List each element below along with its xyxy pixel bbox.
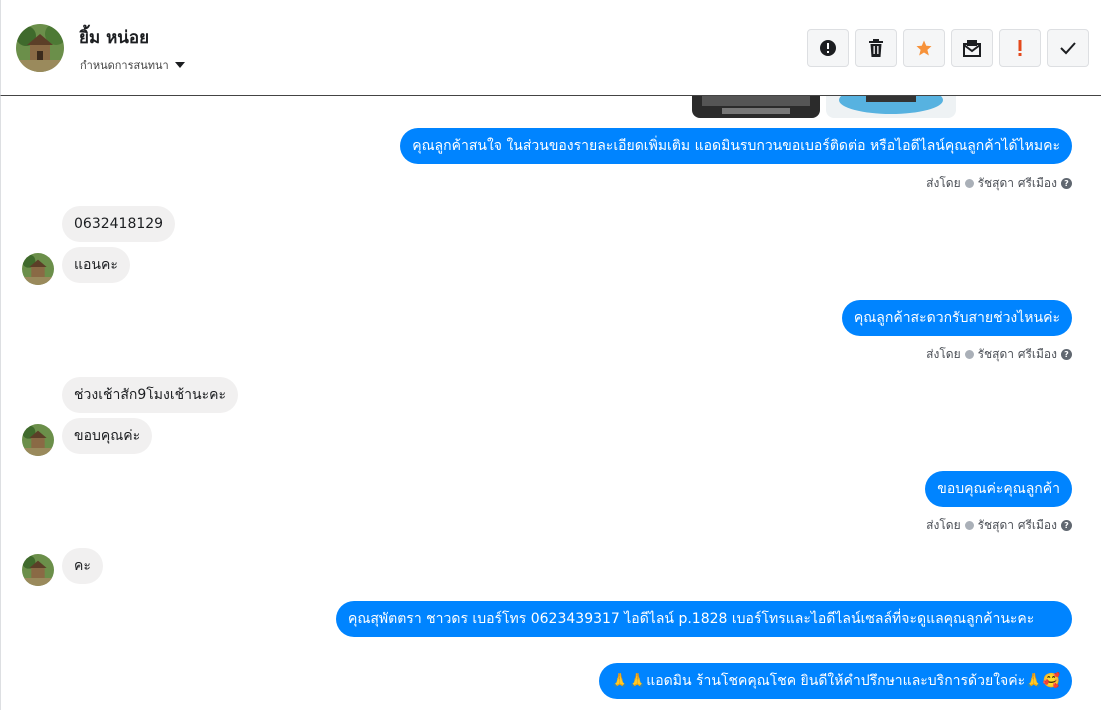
star-button[interactable]: [903, 29, 945, 67]
sent-by-prefix: ส่งโดย: [926, 347, 961, 361]
mark-unread-button[interactable]: [951, 29, 993, 67]
sent-by-agent[interactable]: รัชสุดา ศรีเมือง: [978, 174, 1057, 193]
spam-button[interactable]: [807, 29, 849, 67]
contact-avatar[interactable]: [16, 24, 64, 72]
delete-button[interactable]: [855, 29, 897, 67]
outgoing-message[interactable]: คุณลูกค้าสะดวกรับสายช่วงไหนค่ะ: [841, 300, 1072, 336]
incoming-message[interactable]: คะ: [62, 548, 103, 584]
incoming-message[interactable]: ช่วงเช้าสัก9โมงเช้านะคะ: [62, 377, 238, 413]
sent-status-icon: [964, 179, 974, 188]
attachment-thumbnail[interactable]: [692, 96, 820, 118]
label-dropdown-text: กำหนดการสนทนา: [80, 59, 169, 72]
incoming-message[interactable]: 0632418129: [62, 206, 176, 242]
conversation-header: ยิ้ม หน่อย กำหนดการสนทนา: [0, 0, 1101, 96]
help-icon[interactable]: ?: [1061, 520, 1072, 531]
incoming-message[interactable]: แอนคะ: [62, 247, 130, 283]
done-button[interactable]: [1047, 29, 1089, 67]
conversation-view: ยิ้ม หน่อย กำหนดการสนทนา คุณลูกค้าสนใจ ใ…: [0, 0, 1101, 710]
important-button[interactable]: [999, 29, 1041, 67]
sent-by-prefix: ส่งโดย: [926, 176, 961, 190]
check-icon: [1060, 42, 1076, 55]
outgoing-message[interactable]: คุณลูกค้าสนใจ ในส่วนของรายละเอียดเพิ่มเต…: [400, 128, 1072, 164]
star-icon: [916, 40, 932, 56]
contact-avatar-small[interactable]: [22, 554, 54, 586]
help-icon[interactable]: ?: [1061, 178, 1072, 189]
caret-down-icon: [174, 62, 185, 68]
message-thread[interactable]: คุณลูกค้าสนใจ ในส่วนของรายละเอียดเพิ่มเต…: [0, 96, 1101, 710]
sent-by-line: ส่งโดย รัชสุดา ศรีเมือง ?: [926, 516, 1072, 535]
contact-avatar-small[interactable]: [22, 253, 54, 285]
sent-by-agent[interactable]: รัชสุดา ศรีเมือง: [978, 516, 1057, 535]
trash-icon: [869, 39, 883, 57]
sent-status-icon: [964, 350, 974, 359]
outgoing-message[interactable]: ขอบคุณค่ะคุณลูกค้า: [925, 471, 1072, 507]
sent-by-line: ส่งโดย รัชสุดา ศรีเมือง ?: [926, 345, 1072, 364]
outgoing-message[interactable]: 🙏🙏แอดมิน ร้านโชคคุณโชค ยินดีให้คำปรึกษาแ…: [599, 663, 1072, 699]
label-dropdown[interactable]: กำหนดการสนทนา: [80, 56, 185, 74]
sent-status-icon: [964, 521, 974, 530]
outgoing-message[interactable]: คุณสุพัตตรา ชาวดร เบอร์โทร 0623439317 ไอ…: [336, 601, 1072, 637]
incoming-message[interactable]: ขอบคุณค่ะ: [62, 418, 153, 454]
contact-name: ยิ้ม หน่อย: [79, 28, 150, 48]
envelope-icon: [963, 40, 981, 57]
sent-by-agent[interactable]: รัชสุดา ศรีเมือง: [978, 345, 1057, 364]
contact-avatar-small[interactable]: [22, 424, 54, 456]
sent-by-prefix: ส่งโดย: [926, 518, 961, 532]
exclamation-icon: [1018, 40, 1022, 56]
exclamation-circle-icon: [820, 40, 836, 56]
help-icon[interactable]: ?: [1061, 349, 1072, 360]
sent-by-line: ส่งโดย รัชสุดา ศรีเมือง ?: [926, 174, 1072, 193]
attachment-thumbnail[interactable]: [826, 96, 956, 118]
action-toolbar: [807, 29, 1089, 67]
